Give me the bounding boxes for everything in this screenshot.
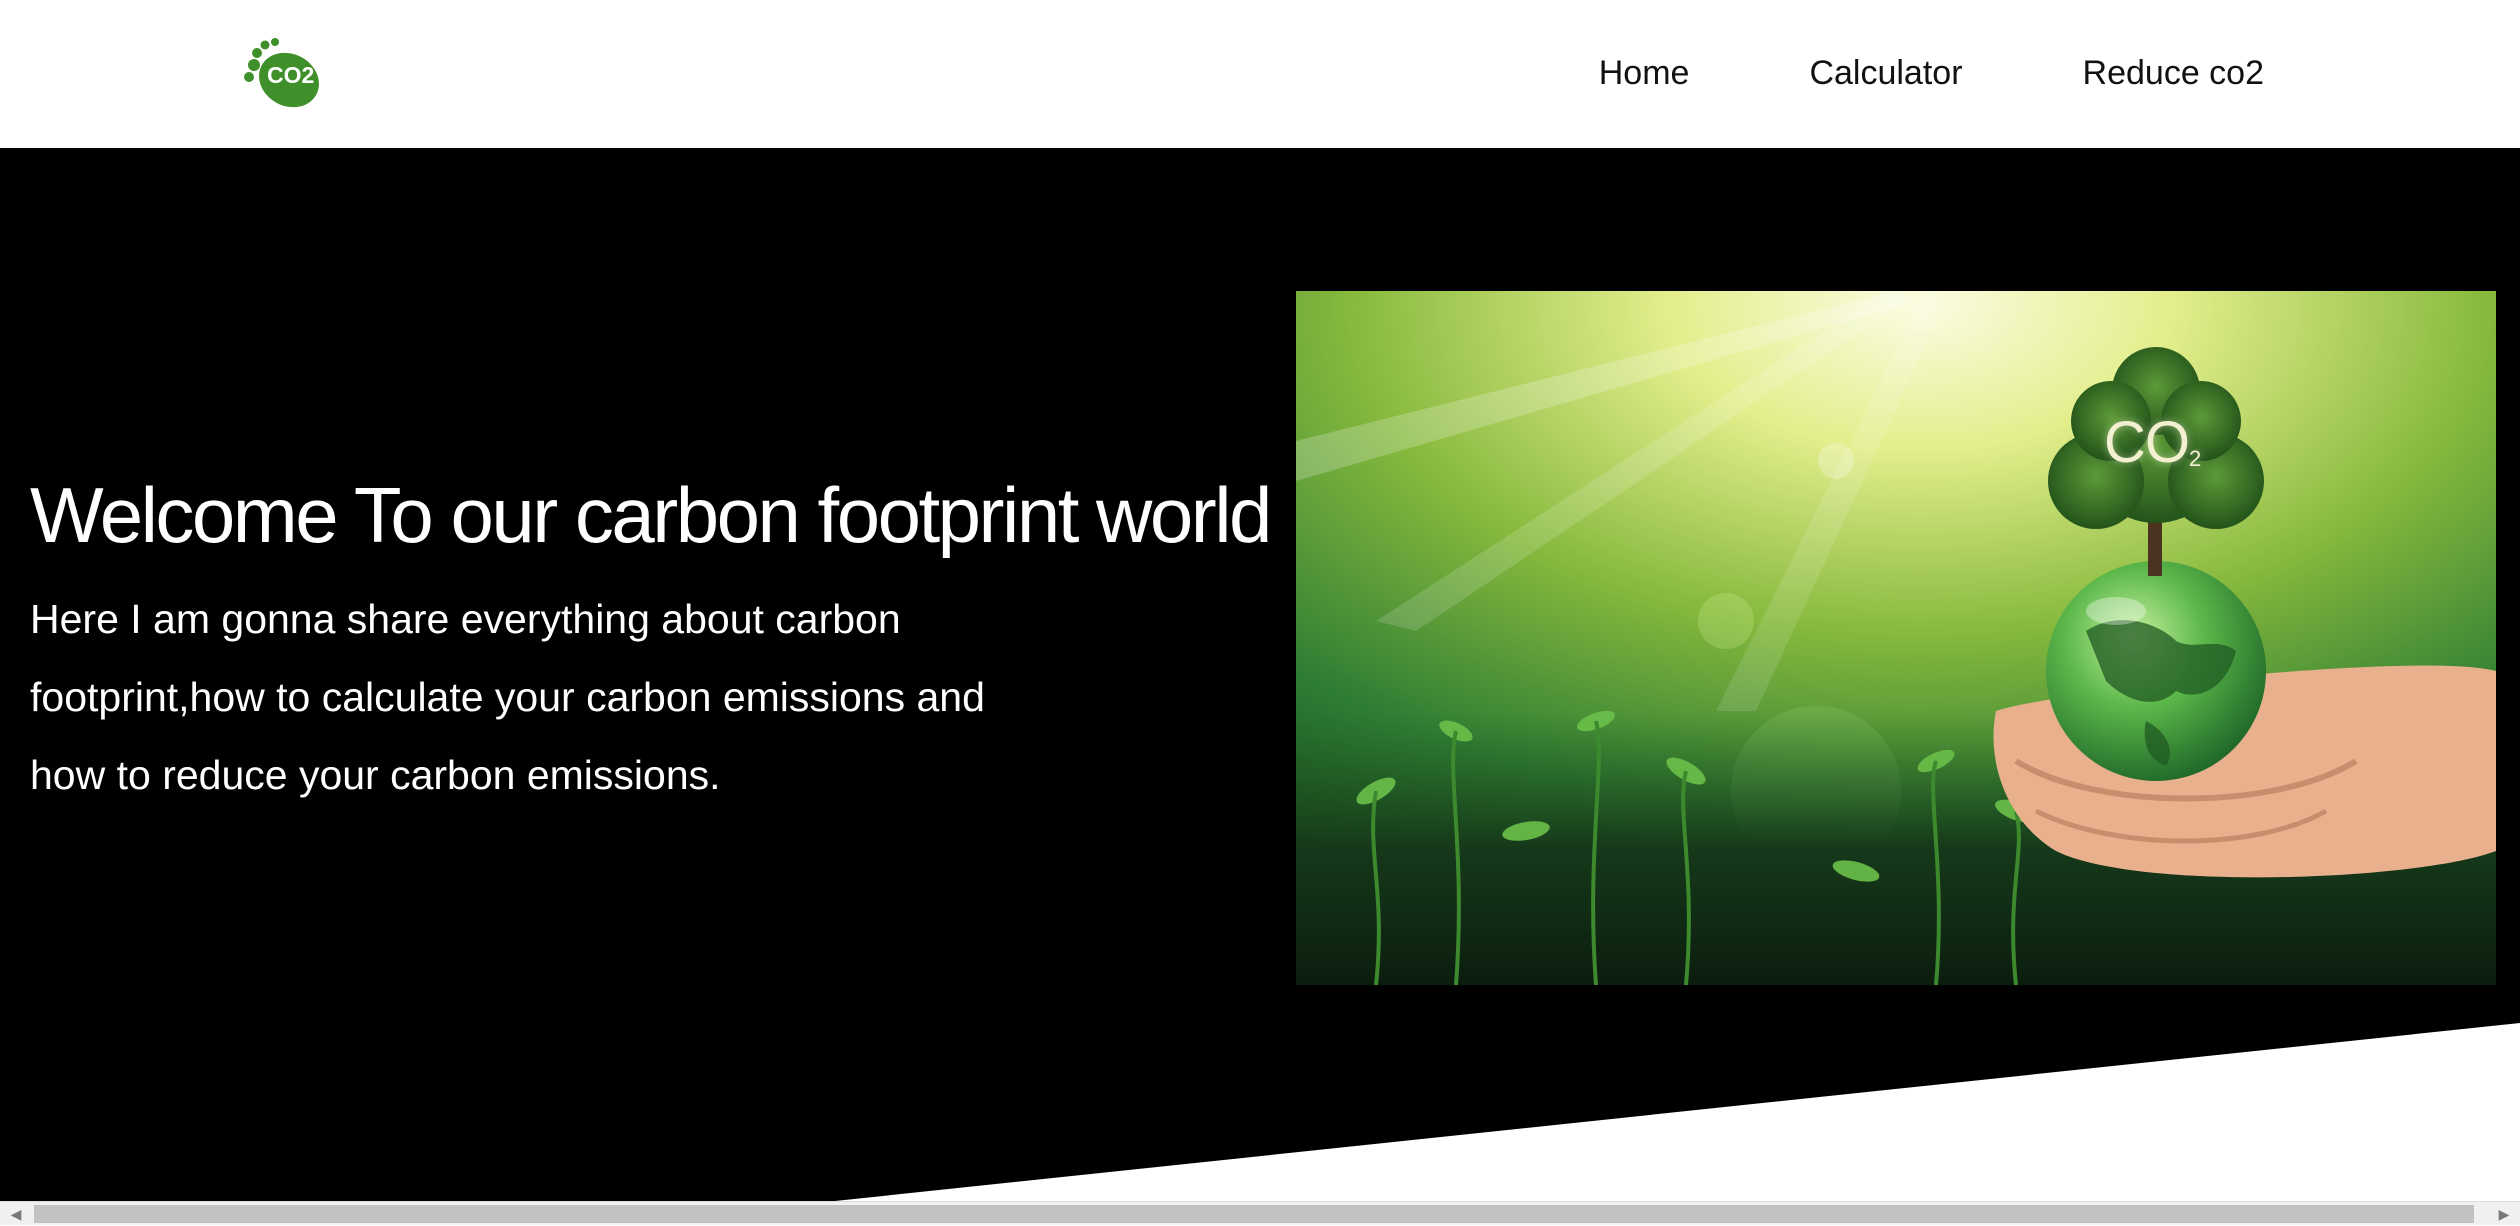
- nav-link-reduce-co2[interactable]: Reduce co2: [2083, 50, 2264, 96]
- nav-link-calculator[interactable]: Calculator: [1809, 50, 1962, 96]
- co2-footprint-logo-icon[interactable]: CO2: [240, 38, 324, 110]
- hero-section: Welcome To our carbon footprint world He…: [0, 148, 2520, 1201]
- scroll-right-arrow-icon[interactable]: ▶: [2488, 1202, 2520, 1226]
- scroll-left-arrow-icon[interactable]: ◀: [0, 1202, 32, 1226]
- logo-text: CO2: [267, 62, 314, 88]
- scrollbar-thumb[interactable]: [34, 1205, 2474, 1223]
- co2-label: CO2: [2104, 410, 2201, 475]
- hero-description: Here I am gonna share everything about c…: [30, 596, 985, 798]
- horizontal-scrollbar[interactable]: ◀ ▶: [0, 1201, 2520, 1225]
- hero-title: Welcome To our carbon footprint world: [30, 471, 1272, 559]
- top-navbar: CO2 Home Calculator Reduce co2: [0, 0, 2520, 148]
- nav-menu: Home Calculator Reduce co2: [1599, 50, 2264, 96]
- hero-image: CO2: [1296, 291, 2496, 985]
- nav-link-home[interactable]: Home: [1599, 50, 1690, 96]
